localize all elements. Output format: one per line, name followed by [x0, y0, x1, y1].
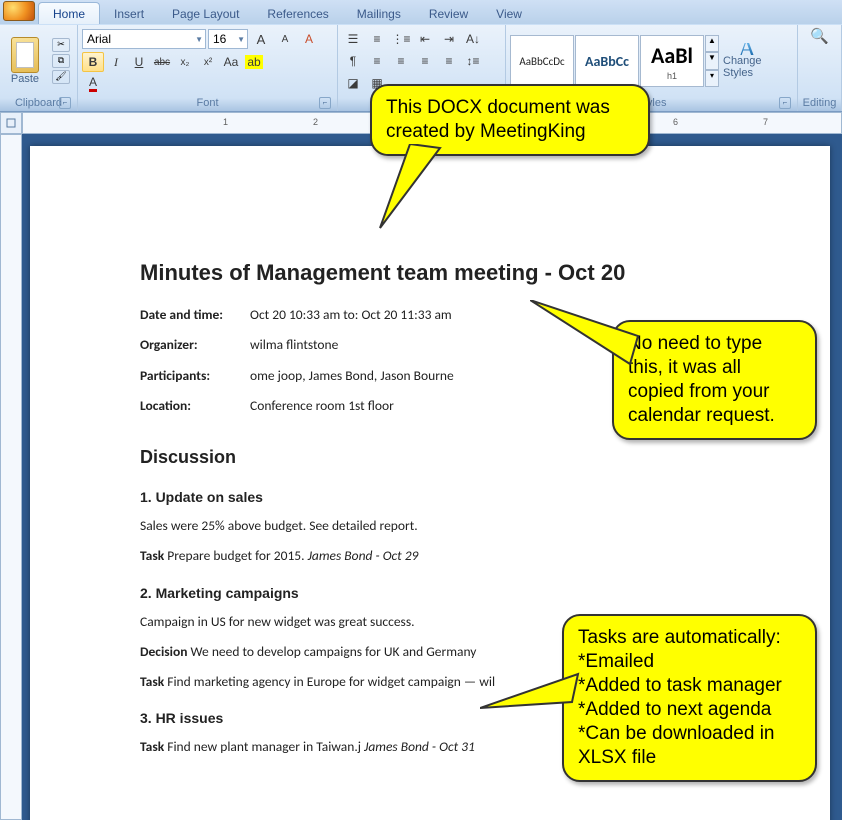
change-case-button[interactable]: Aa	[220, 52, 242, 72]
item1-body: Sales were 25% above budget. See detaile…	[140, 516, 730, 536]
ribbon-tab-strip: Home Insert Page Layout References Maili…	[0, 0, 842, 24]
meta-participants-value: ome joop, James Bond, Jason Bourne	[250, 366, 454, 386]
meta-location-value: Conference room 1st floor	[250, 396, 394, 416]
subscript-button[interactable]: x₂	[174, 52, 196, 72]
decrease-indent-button[interactable]: ⇤	[414, 29, 436, 49]
style-gallery[interactable]: AaBbCcDc AaBbCc AaBlh1 ▲ ▼ ▾	[510, 35, 719, 87]
bullets-button[interactable]: ☰	[342, 29, 364, 49]
increase-indent-button[interactable]: ⇥	[438, 29, 460, 49]
line-spacing-button[interactable]: ↕≡	[462, 51, 484, 71]
meta-participants-label: Participants:	[140, 366, 250, 386]
show-marks-button[interactable]: ¶	[342, 51, 364, 71]
sort-button[interactable]: A↓	[462, 29, 484, 49]
bold-button[interactable]: B	[82, 52, 104, 72]
vertical-ruler[interactable]	[0, 134, 22, 820]
meta-organizer-value: wilma flintstone	[250, 335, 338, 355]
group-font: Arial▼ 16▼ A A A B I U abc x₂ x² Aa ab A…	[78, 25, 338, 111]
paste-icon	[11, 37, 39, 73]
shrink-font-button[interactable]: A	[274, 29, 296, 49]
style-normal[interactable]: AaBbCcDc	[510, 35, 574, 87]
font-name-combo[interactable]: Arial▼	[82, 29, 206, 49]
clear-format-button[interactable]: A	[298, 29, 320, 49]
font-launcher[interactable]: ⌐	[319, 97, 331, 109]
align-right-button[interactable]: ≡	[414, 51, 436, 71]
align-center-button[interactable]: ≡	[390, 51, 412, 71]
copy-button[interactable]: ⧉	[52, 54, 70, 68]
font-color-button[interactable]: A	[82, 73, 104, 93]
numbering-button[interactable]: ≡	[366, 29, 388, 49]
tab-references[interactable]: References	[253, 3, 342, 24]
justify-button[interactable]: ≡	[438, 51, 460, 71]
gallery-up[interactable]: ▲	[705, 35, 719, 52]
format-painter-button[interactable]: 🖌	[52, 70, 70, 84]
group-editing: 🔍 Editing	[798, 25, 842, 111]
callout-meetingking: This DOCX document was created by Meetin…	[370, 84, 650, 156]
view-ruler-toggle[interactable]	[0, 112, 22, 134]
change-styles-button[interactable]: A Change Styles	[723, 43, 771, 79]
group-label-font: Font⌐	[82, 95, 333, 111]
meta-datetime-label: Date and time:	[140, 305, 250, 325]
doc-title: Minutes of Management team meeting - Oct…	[140, 256, 730, 289]
italic-button[interactable]: I	[105, 52, 127, 72]
shading-button[interactable]: ◪	[342, 73, 364, 93]
cut-button[interactable]: ✂	[52, 38, 70, 52]
grow-font-button[interactable]: A	[250, 29, 272, 49]
highlight-button[interactable]: ab	[243, 52, 265, 72]
font-size-combo[interactable]: 16▼	[208, 29, 248, 49]
tab-page-layout[interactable]: Page Layout	[158, 3, 253, 24]
multilevel-button[interactable]: ⋮≡	[390, 29, 412, 49]
group-label-editing: Editing	[803, 95, 837, 111]
style-heading1[interactable]: AaBlh1	[640, 35, 704, 87]
style-no-spacing[interactable]: AaBbCc	[575, 35, 639, 87]
discussion-heading: Discussion	[140, 444, 730, 471]
item1-task: Task Prepare budget for 2015. James Bond…	[140, 546, 730, 566]
underline-button[interactable]: U	[128, 52, 150, 72]
align-left-button[interactable]: ≡	[366, 51, 388, 71]
meta-location-label: Location:	[140, 396, 250, 416]
strike-button[interactable]: abc	[151, 52, 173, 72]
group-clipboard: Paste ✂ ⧉ 🖌 Clipboard⌐	[0, 25, 78, 111]
styles-launcher[interactable]: ⌐	[779, 97, 791, 109]
paste-button[interactable]: Paste	[4, 37, 46, 85]
item1-heading: 1. Update on sales	[140, 487, 730, 508]
meta-organizer-label: Organizer:	[140, 335, 250, 355]
gallery-down[interactable]: ▼	[705, 52, 719, 69]
tab-view[interactable]: View	[482, 3, 536, 24]
tab-mailings[interactable]: Mailings	[343, 3, 415, 24]
clipboard-launcher[interactable]: ⌐	[59, 97, 71, 109]
tab-review[interactable]: Review	[415, 3, 482, 24]
callout-tasks: Tasks are automatically: *Emailed *Added…	[562, 614, 817, 782]
office-button[interactable]	[3, 1, 35, 21]
gallery-more[interactable]: ▾	[705, 70, 719, 87]
find-button[interactable]: 🔍	[810, 27, 829, 45]
tab-home[interactable]: Home	[38, 2, 100, 24]
paste-label: Paste	[11, 73, 39, 85]
tab-insert[interactable]: Insert	[100, 3, 158, 24]
callout-calendar: No need to type this, it was all copied …	[612, 320, 817, 440]
meta-datetime-value: Oct 20 10:33 am to: Oct 20 11:33 am	[250, 305, 452, 325]
item2-heading: 2. Marketing campaigns	[140, 583, 730, 604]
group-label-clipboard: Clipboard⌐	[4, 95, 73, 111]
superscript-button[interactable]: x²	[197, 52, 219, 72]
